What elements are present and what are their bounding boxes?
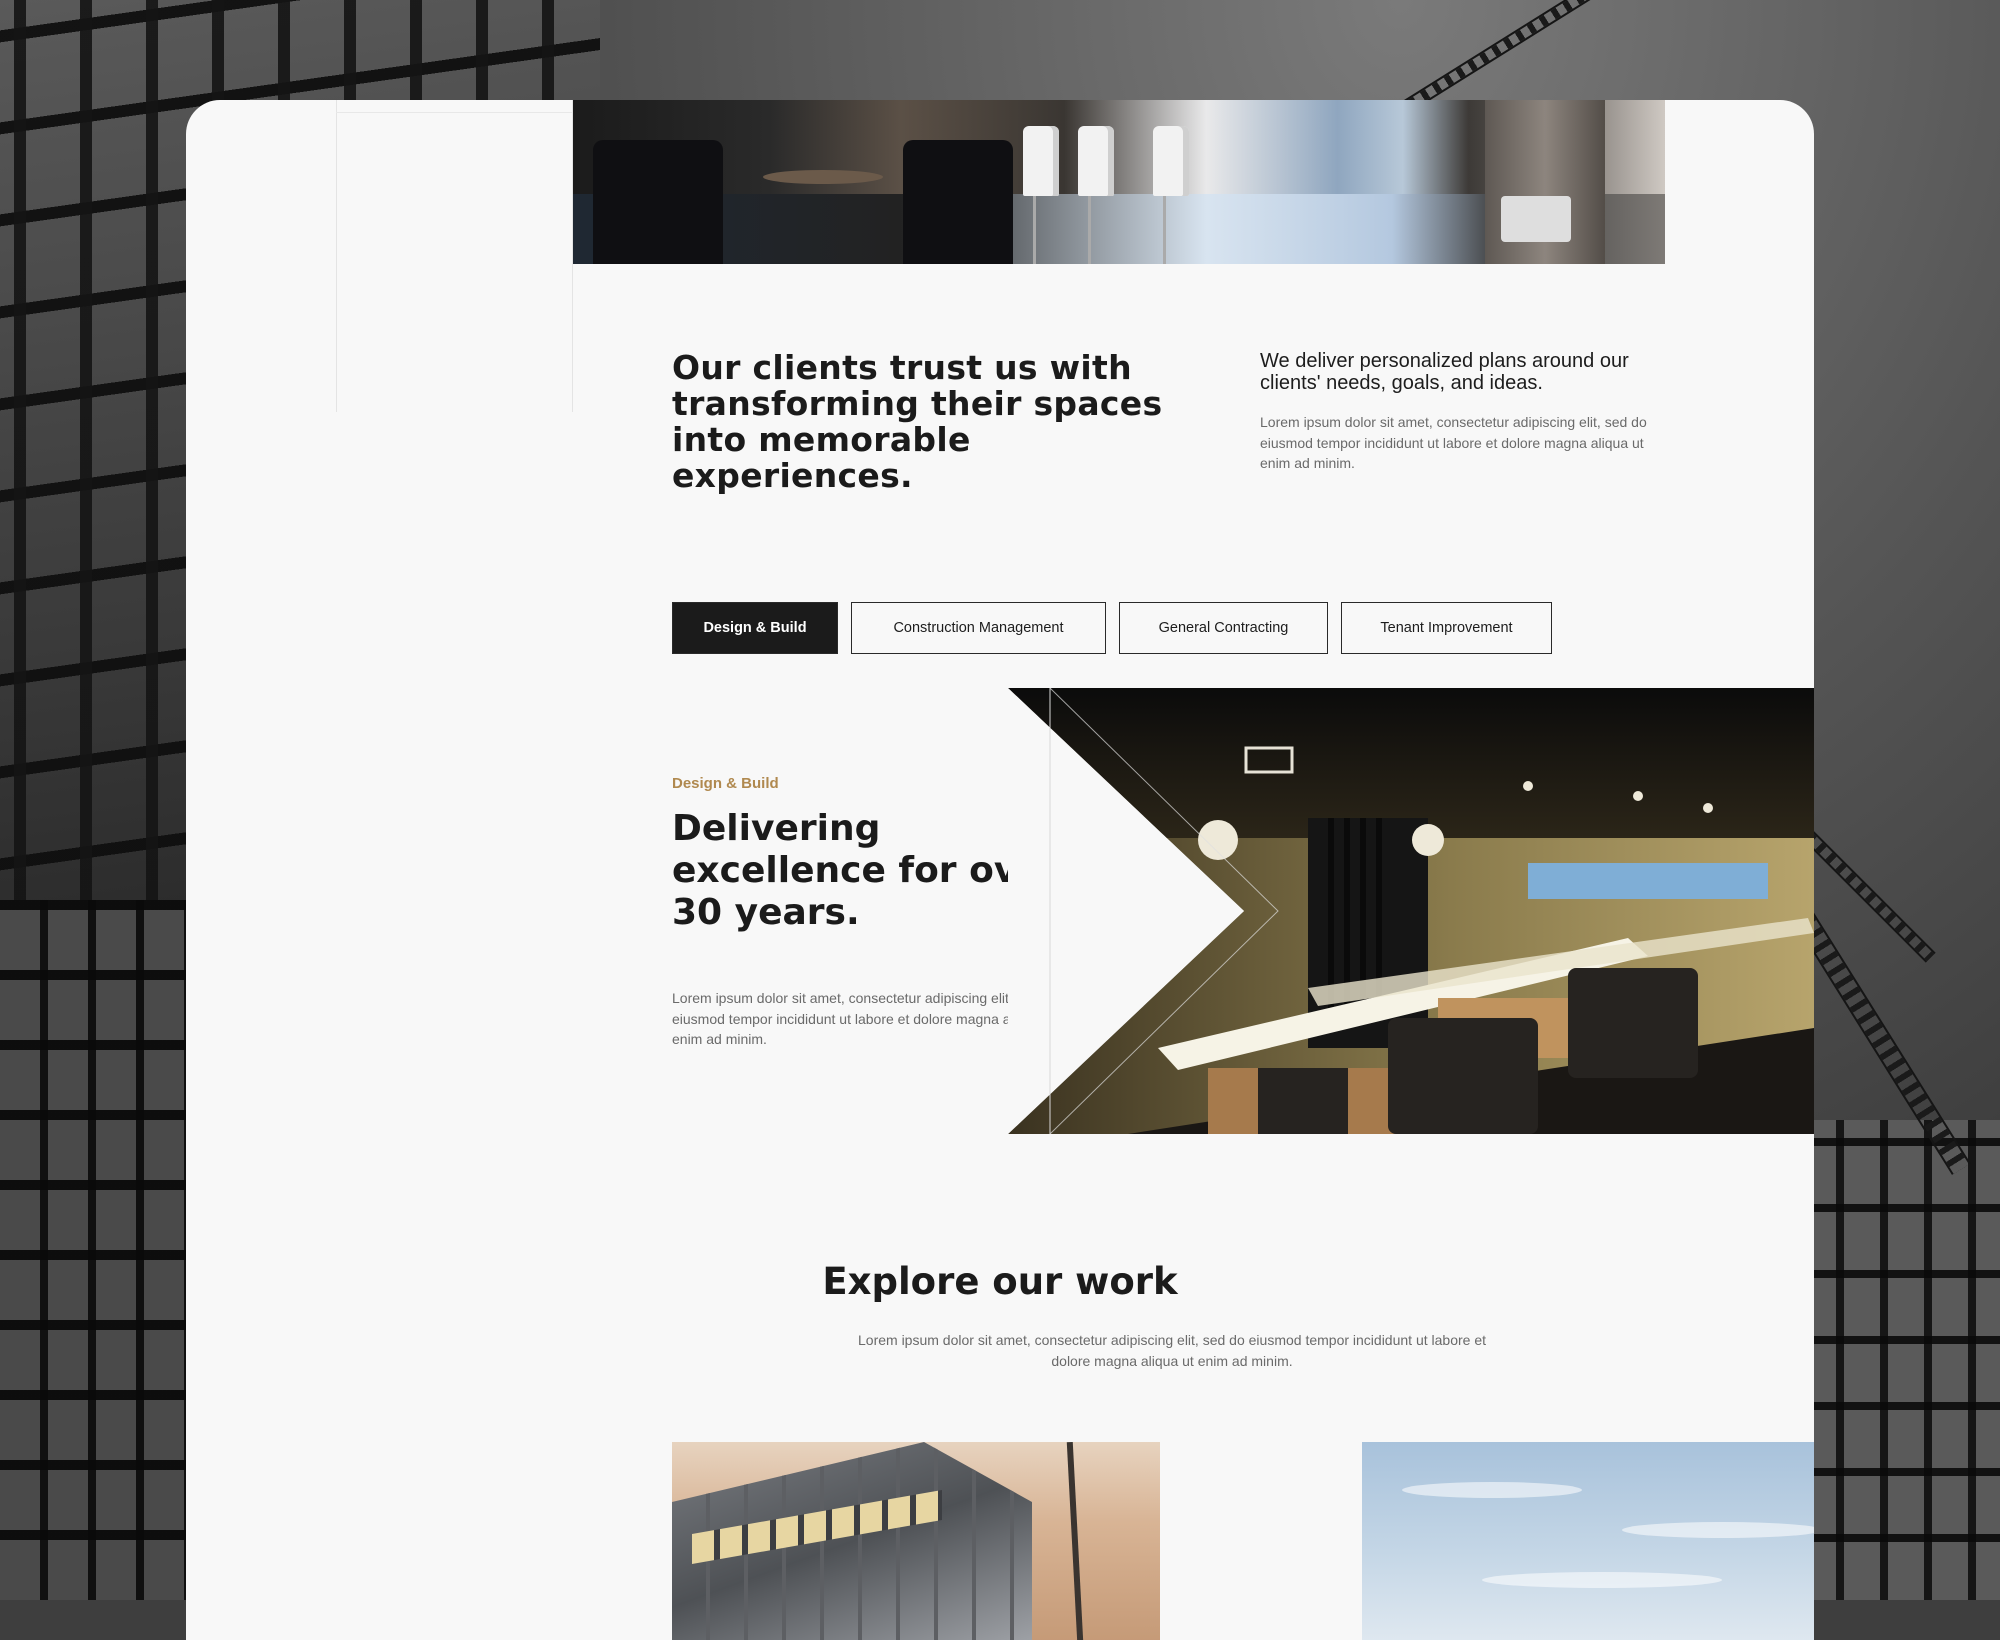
- tab-construction-management[interactable]: Construction Management: [851, 602, 1106, 654]
- cloud: [1402, 1482, 1582, 1498]
- explore-body: Lorem ipsum dolor sit amet, consectetur …: [858, 1332, 1486, 1369]
- project-card-sky[interactable]: [1362, 1442, 1814, 1640]
- cloud: [1622, 1522, 1814, 1538]
- restaurant-interior-photo: [1008, 688, 1814, 1134]
- tab-tenant-improvement[interactable]: Tenant Improvement: [1341, 602, 1552, 654]
- tab-general-contracting[interactable]: General Contracting: [1119, 602, 1328, 654]
- tab-design-build[interactable]: Design & Build: [672, 602, 838, 654]
- towel: [1501, 196, 1571, 242]
- palm-tree-trunk: [1066, 1442, 1084, 1640]
- dining-chair: [593, 140, 723, 264]
- layout-guide-line: [336, 100, 337, 412]
- feature-eyebrow: Design & Build: [672, 775, 779, 792]
- bar-stool: [1153, 126, 1189, 264]
- page-card: Our clients trust us with transforming t…: [186, 100, 1814, 1640]
- intro-heading: Our clients trust us with transforming t…: [672, 348, 1163, 495]
- intro-body: Lorem ipsum dolor sit amet, consectetur …: [1260, 414, 1647, 471]
- kitchen-interior-photo: [573, 100, 1665, 264]
- explore-title: Explore our work: [822, 1260, 1178, 1303]
- service-tabs: Design & Build Construction Management G…: [672, 602, 1552, 654]
- dining-table: [763, 170, 883, 184]
- project-card-building[interactable]: [672, 1442, 1160, 1640]
- layout-guide-line: [336, 112, 572, 113]
- dining-chair: [903, 140, 1013, 264]
- background-building-right: [1800, 1120, 2000, 1600]
- bar-stool: [1023, 126, 1059, 264]
- bar-stool: [1078, 126, 1114, 264]
- intro-subheading: We deliver personalized plans around our…: [1260, 350, 1629, 394]
- cloud: [1482, 1572, 1722, 1588]
